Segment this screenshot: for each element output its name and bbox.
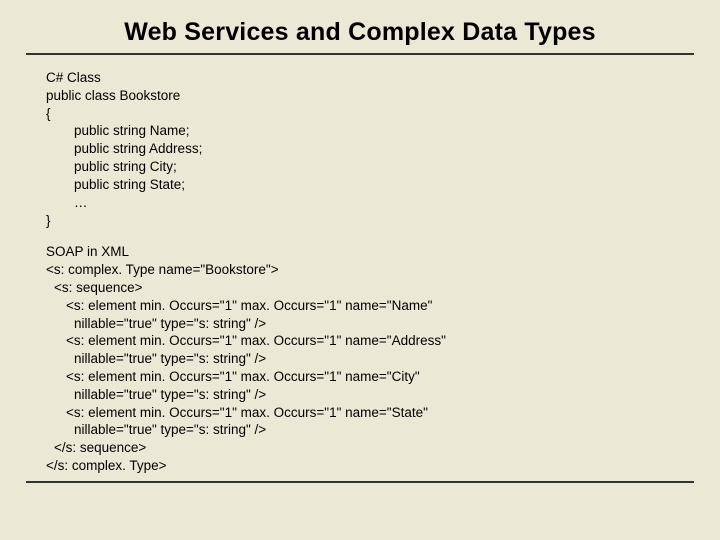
csharp-line: public string City;: [46, 158, 684, 176]
slide: Web Services and Complex Data Types C# C…: [0, 0, 720, 540]
soap-element-attr: nillable="true" type="s: string" />: [46, 315, 684, 333]
csharp-open-brace: {: [46, 105, 684, 123]
csharp-line: …: [46, 194, 684, 212]
soap-element-attr: nillable="true" type="s: string" />: [46, 386, 684, 404]
slide-title: Web Services and Complex Data Types: [26, 18, 694, 55]
soap-sequence-open: <s: sequence>: [46, 279, 684, 297]
soap-element-attr: nillable="true" type="s: string" />: [46, 350, 684, 368]
soap-complex-open: <s: complex. Type name="Bookstore">: [46, 261, 684, 279]
csharp-close-brace: }: [46, 212, 684, 230]
soap-element-attr: nillable="true" type="s: string" />: [46, 421, 684, 439]
soap-complex-close: </s: complex. Type>: [46, 457, 684, 475]
soap-element: <s: element min. Occurs="1" max. Occurs=…: [46, 332, 684, 350]
csharp-decl: public class Bookstore: [46, 87, 684, 105]
csharp-line: public string Address;: [46, 140, 684, 158]
csharp-line: public string Name;: [46, 122, 684, 140]
csharp-heading: C# Class: [46, 69, 684, 87]
soap-element: <s: element min. Occurs="1" max. Occurs=…: [46, 297, 684, 315]
soap-element: <s: element min. Occurs="1" max. Occurs=…: [46, 404, 684, 422]
soap-heading: SOAP in XML: [46, 243, 684, 261]
soap-sequence-close: </s: sequence>: [46, 439, 684, 457]
csharp-line: public string State;: [46, 176, 684, 194]
slide-body: C# Class public class Bookstore { public…: [26, 59, 694, 483]
soap-element: <s: element min. Occurs="1" max. Occurs=…: [46, 368, 684, 386]
